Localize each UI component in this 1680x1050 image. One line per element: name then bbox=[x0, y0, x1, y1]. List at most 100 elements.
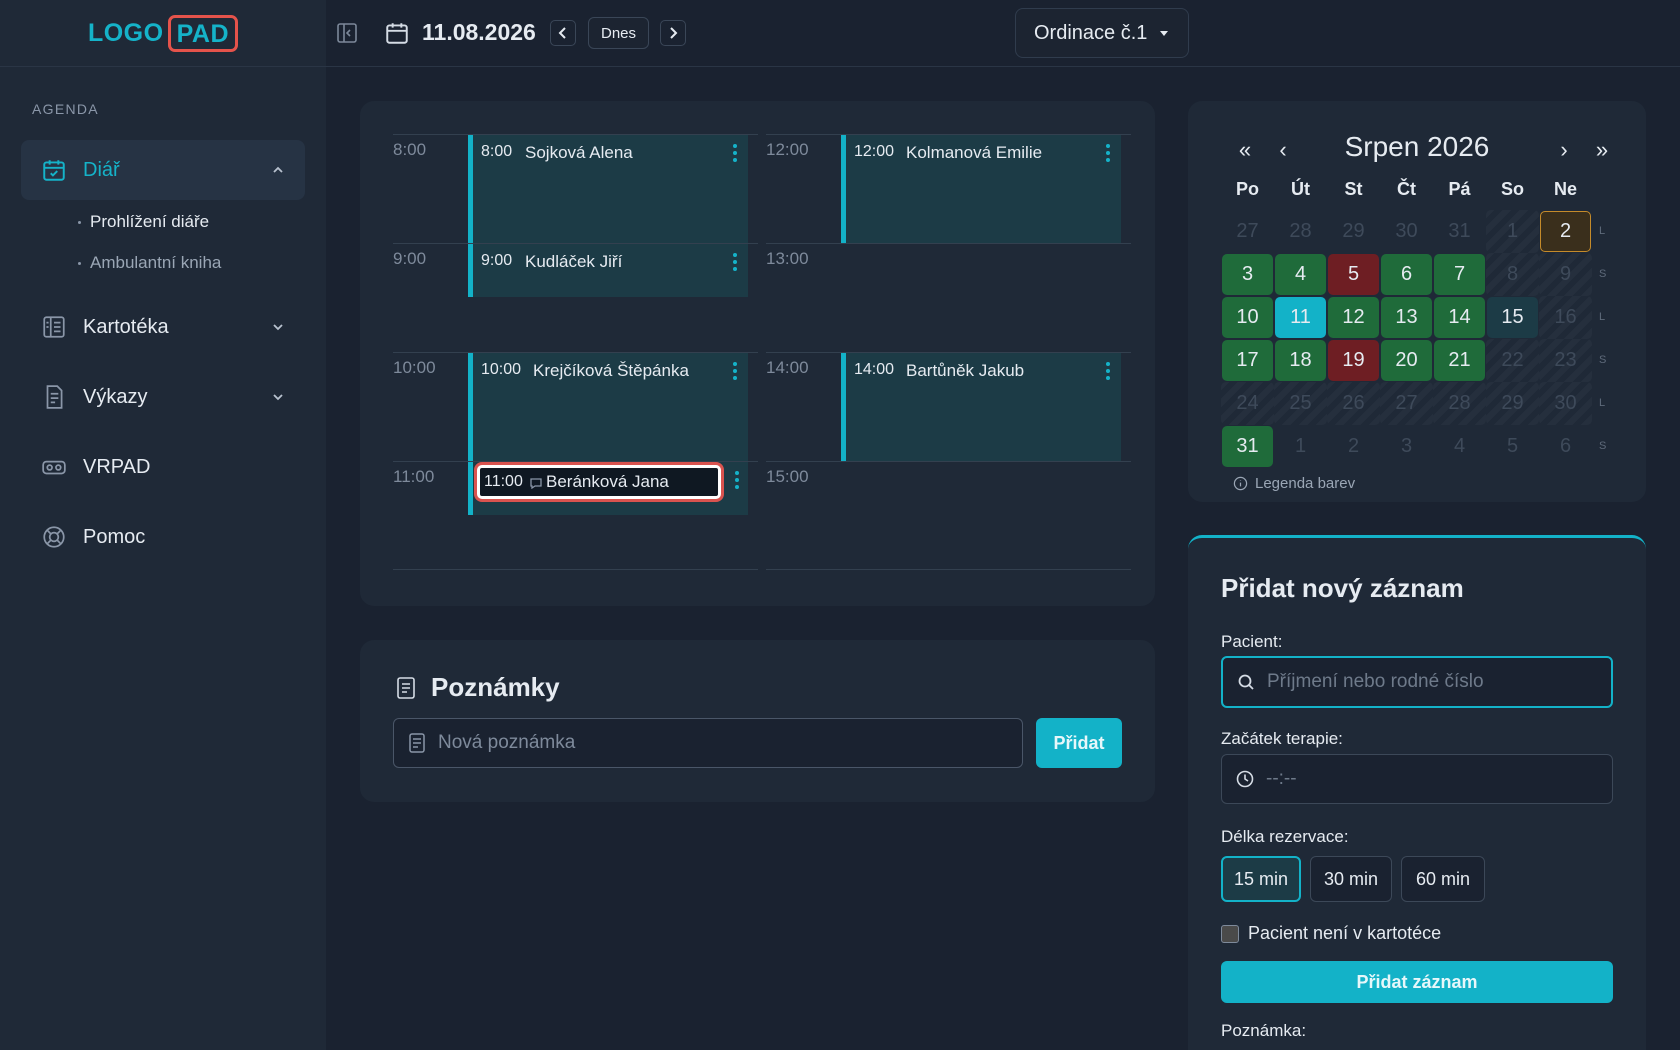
duration-30-button[interactable]: 30 min bbox=[1310, 856, 1392, 902]
time-slot[interactable]: 15:00 bbox=[766, 461, 1131, 570]
calendar-icon[interactable] bbox=[384, 20, 410, 46]
calendar-day[interactable]: 6 bbox=[1539, 425, 1592, 468]
appointment-card[interactable]: 12:00 Kolmanová Emilie bbox=[841, 135, 1121, 243]
kebab-menu-icon[interactable] bbox=[732, 252, 738, 272]
slot-time: 9:00 bbox=[393, 249, 427, 268]
last-month-button[interactable]: » bbox=[1591, 137, 1613, 163]
patient-search-input[interactable]: Příjmení nebo rodné číslo bbox=[1221, 656, 1613, 708]
calendar-day[interactable]: 22 bbox=[1486, 339, 1539, 382]
calendar-day[interactable]: 16 bbox=[1539, 296, 1592, 339]
calendar-day[interactable]: 1 bbox=[1486, 210, 1539, 253]
calendar-day[interactable]: 31 bbox=[1222, 426, 1273, 467]
calendar-day[interactable]: 20 bbox=[1381, 340, 1432, 381]
calendar-day[interactable]: 28 bbox=[1433, 382, 1486, 425]
appointment-card[interactable]: 14:00 Bartůněk Jakub bbox=[841, 353, 1121, 461]
time-slot[interactable]: 10:00 10:00 Krejčíková Štěpánka bbox=[393, 352, 758, 461]
time-slot[interactable]: 12:00 12:00 Kolmanová Emilie bbox=[766, 134, 1131, 243]
calendar-day[interactable]: 29 bbox=[1486, 382, 1539, 425]
calendar-day[interactable]: 10 bbox=[1222, 297, 1273, 338]
sidebar-collapse-icon[interactable] bbox=[335, 21, 359, 45]
sidebar-subitem-prohlizeni[interactable]: Prohlížení diáře bbox=[78, 212, 209, 232]
calendar-day[interactable]: 28 bbox=[1274, 210, 1327, 253]
add-note-button[interactable]: Přidat bbox=[1036, 718, 1122, 768]
office-select[interactable]: Ordinace č.1 bbox=[1015, 8, 1189, 58]
calendar-day[interactable]: 29 bbox=[1327, 210, 1380, 253]
appointment-card-selected[interactable]: 11:00 Beránková Jana bbox=[468, 462, 748, 515]
logo[interactable]: LOGO PAD bbox=[88, 14, 239, 52]
appointment-card[interactable]: 9:00 Kudláček Jiří bbox=[468, 244, 748, 297]
slot-time: 14:00 bbox=[766, 358, 809, 377]
next-month-button[interactable]: › bbox=[1553, 137, 1575, 163]
sidebar-item-kartoteka[interactable]: Kartotéka bbox=[21, 297, 305, 357]
appointment-card[interactable]: 10:00 Krejčíková Štěpánka bbox=[468, 353, 748, 461]
prev-month-button[interactable]: ‹ bbox=[1272, 137, 1294, 163]
kebab-menu-icon[interactable] bbox=[732, 361, 738, 381]
card-index-icon bbox=[41, 314, 67, 340]
calendar-day[interactable]: 2 bbox=[1327, 425, 1380, 468]
kebab-menu-icon[interactable] bbox=[1105, 361, 1111, 381]
calendar-day[interactable]: 8 bbox=[1486, 253, 1539, 296]
time-slot[interactable]: 11:00 11:00 Beránková Jana bbox=[393, 461, 758, 570]
calendar-day[interactable]: 21 bbox=[1434, 340, 1485, 381]
weekday-label: Po bbox=[1235, 179, 1259, 199]
kebab-menu-icon[interactable] bbox=[1105, 143, 1111, 163]
sidebar-subitem-ambulantni-kniha[interactable]: Ambulantní kniha bbox=[78, 253, 221, 273]
calendar-day[interactable]: 13 bbox=[1381, 297, 1432, 338]
calendar-day[interactable]: 27 bbox=[1380, 382, 1433, 425]
time-slot[interactable]: 13:00 bbox=[766, 243, 1131, 352]
time-slot[interactable]: 9:00 9:00 Kudláček Jiří bbox=[393, 243, 758, 352]
calendar-day[interactable]: 4 bbox=[1275, 254, 1326, 295]
new-note-input[interactable]: Nová poznámka bbox=[393, 718, 1023, 768]
calendar-day[interactable]: 5 bbox=[1486, 425, 1539, 468]
calendar-day[interactable]: 27 bbox=[1221, 210, 1274, 253]
prev-day-button[interactable] bbox=[550, 20, 576, 46]
calendar-day[interactable]: 25 bbox=[1274, 382, 1327, 425]
next-day-button[interactable] bbox=[660, 20, 686, 46]
duration-60-button[interactable]: 60 min bbox=[1401, 856, 1485, 902]
calendar-day[interactable]: 3 bbox=[1380, 425, 1433, 468]
kebab-menu-icon[interactable] bbox=[734, 470, 740, 490]
calendar-day[interactable]: 4 bbox=[1433, 425, 1486, 468]
calendar-day[interactable]: 2 bbox=[1540, 211, 1591, 252]
calendar-day[interactable]: 7 bbox=[1434, 254, 1485, 295]
sidebar-item-vykazy[interactable]: Výkazy bbox=[21, 367, 305, 427]
start-time-input[interactable]: --:-- bbox=[1221, 754, 1613, 804]
calendar-day[interactable]: 23 bbox=[1539, 339, 1592, 382]
calendar-day[interactable]: 19 bbox=[1328, 340, 1379, 381]
schedule-column-afternoon: 12:00 12:00 Kolmanová Emilie 13:00 14:00… bbox=[766, 134, 1131, 570]
appointment-card[interactable]: 8:00 Sojková Alena bbox=[468, 135, 748, 243]
time-slot[interactable]: 8:00 8:00 Sojková Alena bbox=[393, 134, 758, 243]
not-in-registry-checkbox[interactable]: Pacient není v kartotéce bbox=[1221, 923, 1441, 944]
slot-time: 11:00 bbox=[393, 467, 435, 486]
calendar-day[interactable]: 12 bbox=[1328, 297, 1379, 338]
duration-15-button[interactable]: 15 min bbox=[1221, 856, 1301, 902]
calendar-day[interactable]: 18 bbox=[1275, 340, 1326, 381]
calendar-day[interactable]: 3 bbox=[1222, 254, 1273, 295]
selected-appointment-highlight[interactable]: 11:00 Beránková Jana bbox=[477, 465, 721, 499]
calendar-day[interactable]: 30 bbox=[1380, 210, 1433, 253]
first-month-button[interactable]: « bbox=[1234, 137, 1256, 163]
add-record-button[interactable]: Přidat záznam bbox=[1221, 961, 1613, 1003]
time-slot[interactable]: 14:00 14:00 Bartůněk Jakub bbox=[766, 352, 1131, 461]
checkbox-box[interactable] bbox=[1221, 924, 1239, 943]
sidebar-item-pomoc[interactable]: Pomoc bbox=[21, 507, 305, 567]
calendar-day[interactable]: 5 bbox=[1328, 254, 1379, 295]
calendar-day[interactable]: 31 bbox=[1433, 210, 1486, 253]
calendar-day[interactable]: 14 bbox=[1434, 297, 1485, 338]
color-legend-link[interactable]: Legenda barev bbox=[1233, 475, 1355, 492]
calendar-day[interactable]: 26 bbox=[1327, 382, 1380, 425]
calendar-day[interactable]: 17 bbox=[1222, 340, 1273, 381]
current-date[interactable]: 11.08.2026 bbox=[422, 19, 536, 46]
calendar-day[interactable]: 6 bbox=[1381, 254, 1432, 295]
sidebar-item-vrpad[interactable]: VRPAD bbox=[21, 437, 305, 497]
calendar-day[interactable]: 15 bbox=[1487, 297, 1538, 338]
calendar-day[interactable]: 9 bbox=[1539, 253, 1592, 296]
chevron-left-icon bbox=[558, 27, 566, 39]
today-button[interactable]: Dnes bbox=[588, 17, 649, 49]
calendar-day[interactable]: 11 bbox=[1275, 297, 1326, 338]
calendar-day[interactable]: 24 bbox=[1221, 382, 1274, 425]
sidebar-item-diar[interactable]: Diář bbox=[21, 140, 305, 200]
calendar-day[interactable]: 1 bbox=[1274, 425, 1327, 468]
kebab-menu-icon[interactable] bbox=[732, 143, 738, 163]
calendar-day[interactable]: 30 bbox=[1539, 382, 1592, 425]
